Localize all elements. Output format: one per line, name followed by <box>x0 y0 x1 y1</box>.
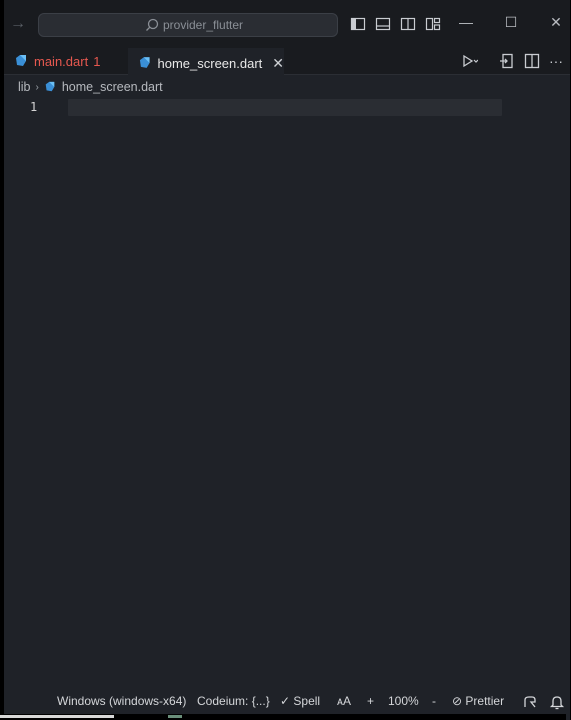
breadcrumb-folder[interactable]: lib <box>18 80 31 94</box>
vscode-window: → provider_flutter — ☐ ✕ main.dart 1 hom… <box>4 0 570 720</box>
line-number: 1 <box>30 100 38 114</box>
search-icon <box>146 18 159 31</box>
status-codeium[interactable]: Codeium: {...} <box>197 694 270 708</box>
run-debug-icon[interactable] <box>460 52 479 70</box>
progress-fill <box>0 715 115 718</box>
breadcrumb: lib › home_screen.dart <box>18 78 163 96</box>
copilot-icon[interactable] <box>522 694 538 710</box>
search-text: provider_flutter <box>163 18 244 32</box>
more-actions-icon[interactable]: ··· <box>547 52 565 70</box>
tab-home-screen-dart[interactable]: home_screen.dart ✕ <box>128 48 284 76</box>
toggle-secondary-sidebar-icon[interactable] <box>400 16 416 32</box>
status-bar: Windows (windows-x64) Codeium: {...} ✓ S… <box>4 690 570 714</box>
zoom-out-button[interactable]: - <box>432 694 436 708</box>
code-editor[interactable]: 1 <box>4 96 570 686</box>
breadcrumb-file[interactable]: home_screen.dart <box>62 80 163 94</box>
status-platform[interactable]: Windows (windows-x64) <box>57 694 186 708</box>
dart-file-icon <box>45 81 55 92</box>
chevron-right-icon: › <box>35 81 39 93</box>
dart-file-icon <box>139 57 150 68</box>
status-prettier[interactable]: ⊘ Prettier <box>452 694 504 708</box>
toggle-panel-icon[interactable] <box>375 16 391 32</box>
font-size-toggle[interactable]: ᴀA <box>337 694 351 708</box>
tab-label: main.dart <box>34 53 89 69</box>
customize-layout-icon[interactable] <box>425 16 441 32</box>
dart-file-icon <box>16 55 26 66</box>
progress-segment <box>168 715 182 718</box>
problem-count-badge: 1 <box>93 53 101 69</box>
editor-tab-bar: main.dart 1 home_screen.dart ✕ <box>4 48 570 76</box>
split-editor-icon[interactable] <box>523 52 541 70</box>
tab-main-dart[interactable]: main.dart 1 <box>4 48 120 74</box>
title-bar: → provider_flutter — ☐ ✕ <box>4 0 570 48</box>
open-changes-icon[interactable] <box>498 52 516 70</box>
current-line-highlight <box>68 99 502 116</box>
toggle-primary-sidebar-icon[interactable] <box>350 16 366 32</box>
minimize-button[interactable]: — <box>456 12 476 32</box>
command-center-search[interactable]: provider_flutter <box>38 13 338 37</box>
back-arrow-icon[interactable]: → <box>10 14 30 34</box>
close-window-button[interactable]: ✕ <box>546 12 566 32</box>
zoom-in-button[interactable]: + <box>367 694 374 708</box>
status-spell[interactable]: ✓ Spell <box>280 694 320 708</box>
notifications-bell-icon[interactable] <box>549 694 565 710</box>
zoom-level[interactable]: 100% <box>388 694 419 708</box>
close-tab-icon[interactable]: ✕ <box>272 55 284 72</box>
tab-label: home_screen.dart <box>157 55 263 71</box>
progress-bar <box>0 714 566 720</box>
maximize-button[interactable]: ☐ <box>501 12 521 32</box>
